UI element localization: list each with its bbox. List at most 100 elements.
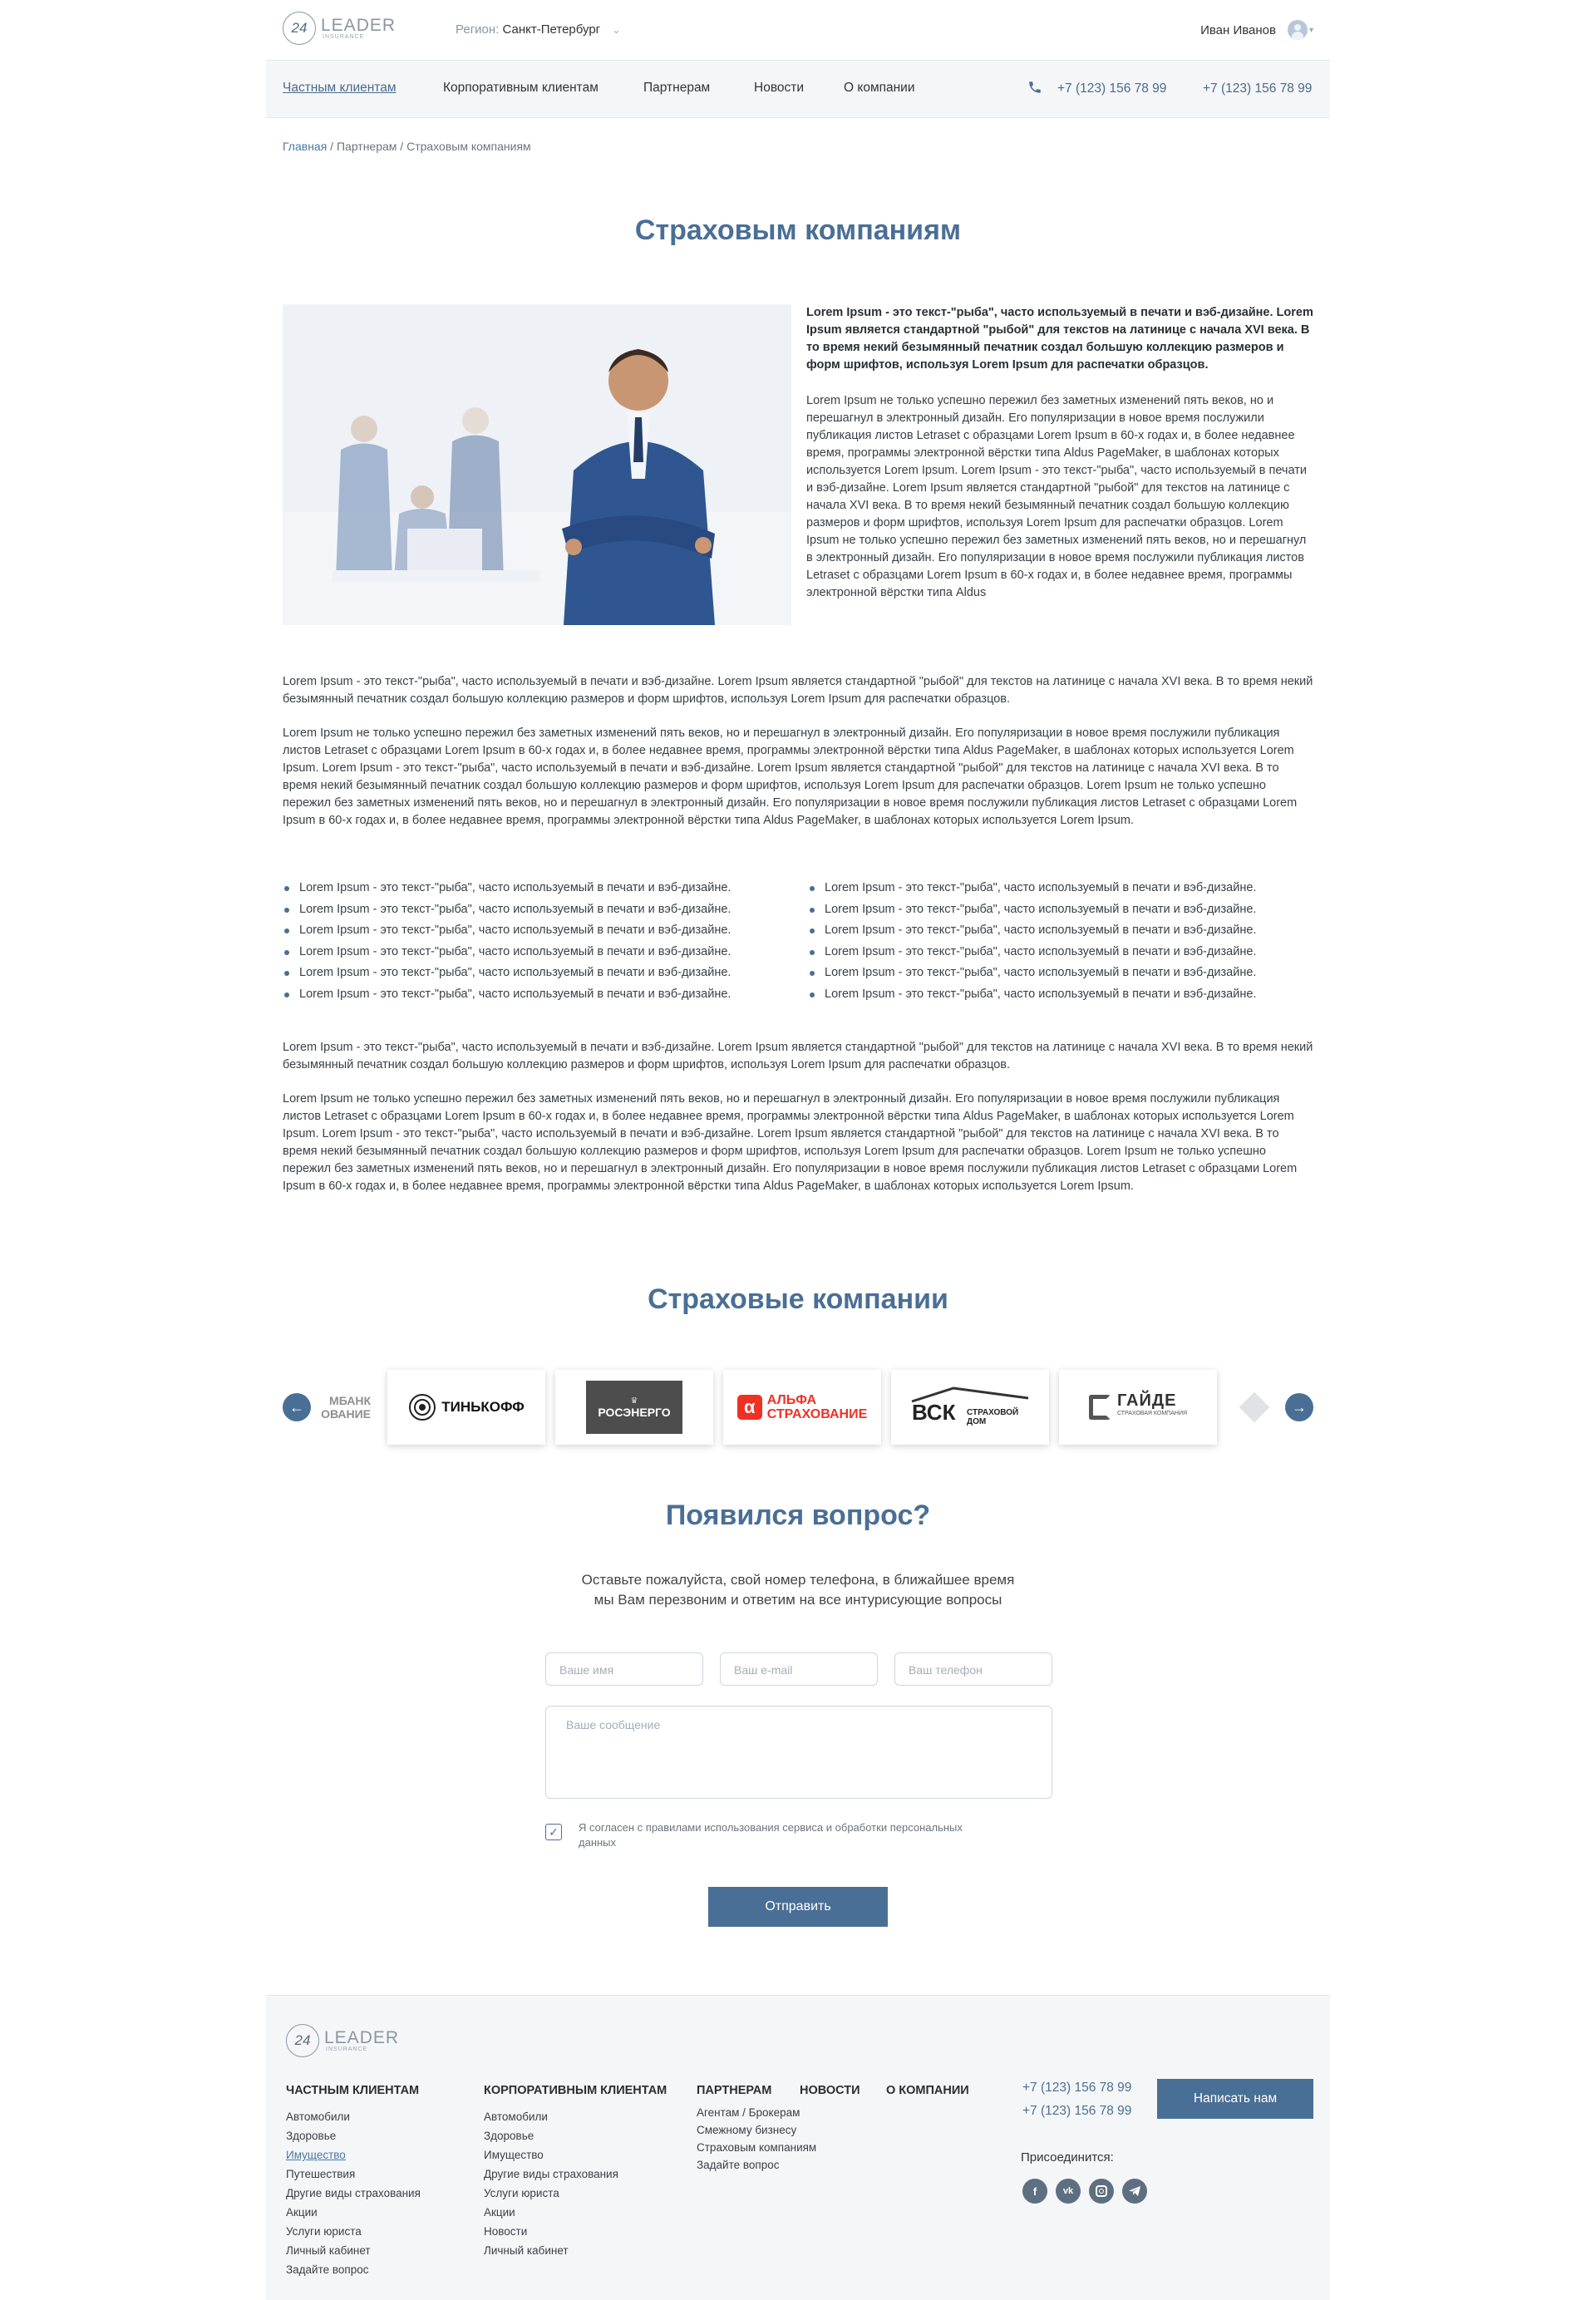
breadcrumb: Главная / Партнерам / Страховым компания… bbox=[283, 140, 531, 153]
footer-logo[interactable]: 24 LEADER INSURANCE bbox=[286, 2024, 399, 2057]
vk-icon[interactable]: vk bbox=[1056, 2179, 1081, 2204]
footer-link[interactable]: Задайте вопрос bbox=[286, 2260, 421, 2279]
gaide-emblem-icon bbox=[1088, 1395, 1111, 1420]
breadcrumb-home[interactable]: Главная bbox=[283, 140, 327, 153]
region-selector[interactable]: Регион: Санкт-Петербург ⌄ bbox=[456, 22, 620, 37]
instagram-icon[interactable] bbox=[1089, 2179, 1114, 2204]
footer-col-news-title[interactable]: НОВОСТИ bbox=[800, 2084, 860, 2097]
footer-link[interactable]: Автомобили bbox=[484, 2107, 618, 2126]
consent-checkbox[interactable]: ✓ bbox=[545, 1824, 562, 1840]
intro-text: Lorem Ipsum не только успешно пережил бе… bbox=[806, 394, 1307, 599]
footer-phone-1[interactable]: +7 (123) 156 78 99 bbox=[1022, 2081, 1131, 2096]
gaide-wordmark: ГАЙДЕ bbox=[1116, 1391, 1177, 1410]
logo-mark: 24 bbox=[286, 2024, 319, 2057]
list-item: Lorem Ipsum - это текст-"рыба", часто ис… bbox=[808, 943, 1313, 961]
message-field[interactable]: Ваше сообщение bbox=[545, 1706, 1052, 1799]
arrow-right-icon: → bbox=[1292, 1398, 1307, 1416]
footer-col-partners-list: Агентам / Брокерам Смежному бизнесу Стра… bbox=[697, 2104, 816, 2174]
consent-label: Я согласен с правилами использования сер… bbox=[579, 1821, 963, 1849]
rosenergo-wordmark: РОСЭНЕРГО bbox=[598, 1405, 671, 1419]
crown-icon: ♛ bbox=[630, 1396, 638, 1406]
bullet-list: Lorem Ipsum - это текст-"рыба", часто ис… bbox=[283, 879, 1313, 1003]
footer-link[interactable]: Агентам / Брокерам bbox=[697, 2104, 816, 2121]
body-paragraph-4: Lorem Ipsum не только успешно пережил бе… bbox=[283, 1092, 1298, 1193]
gaide-subtitle: СТРАХОВАЯ КОМПАНИЯ bbox=[1116, 1411, 1188, 1416]
join-label: Присоединится: bbox=[1021, 2150, 1114, 2165]
breadcrumb-path: / Партнерам / Страховым компаниям bbox=[327, 140, 531, 153]
email-field[interactable]: Ваш e-mail bbox=[720, 1652, 878, 1686]
vsk-subtitle: СТРАХОВОЙ ДОМ bbox=[967, 1408, 1019, 1426]
footer-link[interactable]: Новости bbox=[484, 2222, 618, 2241]
telegram-icon[interactable] bbox=[1122, 2179, 1147, 2204]
user-name: Иван Иванов bbox=[1200, 22, 1276, 37]
page-title: Страховым компаниям bbox=[634, 214, 962, 246]
footer-phone-2[interactable]: +7 (123) 156 78 99 bbox=[1022, 2104, 1131, 2119]
footer-link[interactable]: Услуги юриста bbox=[286, 2222, 421, 2241]
body-paragraph-3: Lorem Ipsum - это текст-"рыба", часто ис… bbox=[283, 1041, 1313, 1071]
logo-subtitle: INSURANCE bbox=[326, 2046, 368, 2052]
nav-item-news[interactable]: Новости bbox=[754, 81, 804, 96]
list-item: Lorem Ipsum - это текст-"рыба", часто ис… bbox=[283, 922, 808, 939]
nav-item-corporate[interactable]: Корпоративным клиентам bbox=[443, 81, 598, 96]
logo-title: LEADER bbox=[321, 15, 397, 35]
question-subtitle-1: Оставьте пожалуйста, свой номер телефона… bbox=[581, 1572, 1015, 1588]
footer-link[interactable]: Имущество bbox=[484, 2145, 618, 2165]
footer-link[interactable]: Здоровье bbox=[286, 2126, 421, 2145]
nav-phone-1[interactable]: +7 (123) 156 78 99 bbox=[1057, 81, 1166, 96]
footer-link[interactable]: Смежному бизнесу bbox=[697, 2121, 816, 2139]
main-nav: Частным клиентам Корпоративным клиентам … bbox=[266, 60, 1330, 118]
hero-photo bbox=[283, 304, 791, 625]
facebook-icon[interactable]: f bbox=[1022, 2179, 1047, 2204]
tinkoff-emblem-icon bbox=[409, 1394, 436, 1421]
logo-title: LEADER bbox=[324, 2027, 400, 2047]
user-menu[interactable]: Иван Иванов ▾ bbox=[1200, 20, 1313, 40]
footer-link[interactable]: Личный кабинет bbox=[484, 2241, 618, 2260]
body-paragraph-1: Lorem Ipsum - это текст-"рыба", часто ис… bbox=[283, 675, 1313, 706]
paper-plane-icon bbox=[1129, 2186, 1140, 2196]
partner-logo-vsk[interactable]: ВСК СТРАХОВОЙ ДОМ bbox=[891, 1370, 1049, 1445]
footer-link[interactable]: Личный кабинет bbox=[286, 2241, 421, 2260]
companies-title: Страховые компании bbox=[648, 1283, 948, 1315]
footer-link[interactable]: Акции bbox=[286, 2203, 421, 2222]
list-item: Lorem Ipsum - это текст-"рыба", часто ис… bbox=[808, 901, 1313, 919]
list-item: Lorem Ipsum - это текст-"рыба", часто ис… bbox=[283, 986, 808, 1003]
footer-col-private-title[interactable]: ЧАСТНЫМ КЛИЕНТАМ bbox=[286, 2084, 419, 2097]
footer-link-active[interactable]: Имущество bbox=[286, 2145, 421, 2165]
nav-item-private[interactable]: Частным клиентам bbox=[283, 81, 397, 96]
footer-link[interactable]: Автомобили bbox=[286, 2107, 421, 2126]
footer-link[interactable]: Услуги юриста bbox=[484, 2184, 618, 2203]
list-item: Lorem Ipsum - это текст-"рыба", часто ис… bbox=[808, 964, 1313, 982]
list-item: Lorem Ipsum - это текст-"рыба", часто ис… bbox=[283, 943, 808, 961]
footer-link[interactable]: Акции bbox=[484, 2203, 618, 2222]
carousel-prev-button[interactable]: ← bbox=[283, 1393, 311, 1421]
intro-bold-text: Lorem Ipsum - это текст-"рыба", часто ис… bbox=[806, 306, 1313, 372]
footer-col-partners-title[interactable]: ПАРТНЕРАМ bbox=[697, 2084, 771, 2097]
region-label: Регион: bbox=[456, 22, 500, 37]
footer-col-private-list: Автомобили Здоровье Имущество Путешестви… bbox=[286, 2107, 421, 2279]
vsk-wordmark: ВСК bbox=[912, 1400, 956, 1425]
footer-link[interactable]: Путешествия bbox=[286, 2165, 421, 2184]
nav-phone-2[interactable]: +7 (123) 156 78 99 bbox=[1203, 81, 1312, 96]
partner-logo-rosenergo[interactable]: ♛ РОСЭНЕРГО bbox=[555, 1370, 713, 1445]
carousel-next-button[interactable]: → bbox=[1285, 1393, 1313, 1421]
write-us-button[interactable]: Написать нам bbox=[1157, 2079, 1313, 2119]
nav-item-partners[interactable]: Партнерам bbox=[643, 81, 710, 96]
footer-link[interactable]: Другие виды страхования bbox=[484, 2165, 618, 2184]
footer-col-corporate-title[interactable]: КОРПОРАТИВНЫМ КЛИЕНТАМ bbox=[484, 2084, 667, 2097]
list-item: Lorem Ipsum - это текст-"рыба", часто ис… bbox=[808, 879, 1313, 897]
footer-col-about-title[interactable]: О КОМПАНИИ bbox=[886, 2084, 969, 2097]
alfa-emblem-icon: α bbox=[736, 1395, 762, 1420]
footer-link[interactable]: Страховым компаниям bbox=[697, 2139, 816, 2156]
footer-link[interactable]: Другие виды страхования bbox=[286, 2184, 421, 2203]
nav-item-about[interactable]: О компании bbox=[844, 81, 915, 96]
footer-link[interactable]: Задайте вопрос bbox=[697, 2156, 816, 2174]
submit-button[interactable]: Отправить bbox=[708, 1887, 888, 1927]
checkmark-icon: ✓ bbox=[549, 1825, 559, 1839]
phone-field[interactable]: Ваш телефон bbox=[894, 1652, 1052, 1686]
footer-link[interactable]: Здоровье bbox=[484, 2126, 618, 2145]
partner-logo-gaide[interactable]: ГАЙДЕ СТРАХОВАЯ КОМПАНИЯ bbox=[1059, 1370, 1217, 1445]
partner-logo-tinkoff[interactable]: ТИНЬКОФФ bbox=[387, 1370, 545, 1445]
partner-logo-alfa[interactable]: α АЛЬФА СТРАХОВАНИЕ bbox=[723, 1370, 881, 1445]
name-field[interactable]: Ваше имя bbox=[545, 1652, 703, 1686]
logo[interactable]: 24 LEADER INSURANCE bbox=[283, 12, 396, 45]
